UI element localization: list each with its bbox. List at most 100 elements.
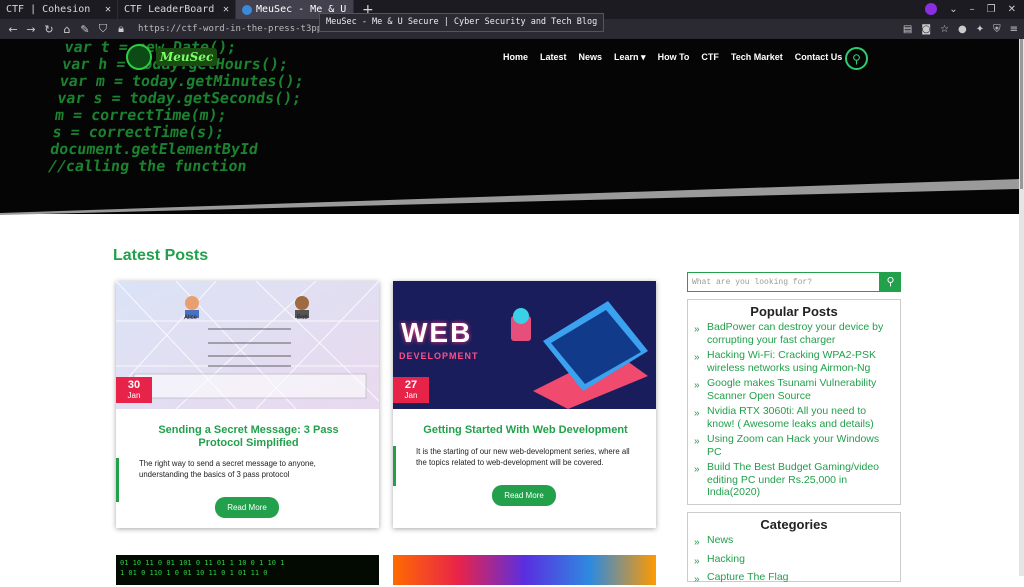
bob-label: Bob: [297, 315, 308, 321]
post-excerpt: The right way to send a secret message t…: [116, 458, 361, 502]
menu-item-news[interactable]: News: [579, 52, 603, 63]
tab-label: CTF | Cohesion: [6, 4, 91, 15]
category-item[interactable]: » Hacking: [688, 553, 900, 569]
menu-icon[interactable]: ≡: [1010, 24, 1018, 35]
popular-post-link[interactable]: BadPower can destroy your device by corr…: [707, 321, 894, 346]
menu-item-home[interactable]: Home: [503, 52, 528, 63]
restore-icon[interactable]: ❐: [987, 4, 996, 15]
tab-cohesion[interactable]: CTF | Cohesion ✕: [0, 0, 118, 19]
search-button-icon[interactable]: ⚲: [880, 272, 901, 292]
post-day: 27: [404, 379, 418, 391]
popular-post-link[interactable]: Google makes Tsunami Vulnerability Scann…: [707, 377, 894, 402]
popular-post-link[interactable]: Nvidia RTX 3060ti: All you need to know!…: [707, 405, 894, 430]
tab-tooltip: MeuSec - Me & U Secure | Cyber Security …: [319, 13, 605, 32]
post-day: 30: [127, 379, 141, 391]
minimize-icon[interactable]: –: [970, 4, 975, 15]
shield-ext-icon[interactable]: ⛨: [993, 24, 1001, 35]
list-tabs-icon[interactable]: ⌄: [949, 4, 957, 15]
close-icon[interactable]: ✕: [105, 4, 111, 15]
logo-text-image: MeuSec: [156, 48, 218, 66]
hero-slant: [0, 175, 1019, 215]
categories-widget: Categories » News » Hacking » Capture The F…: [687, 512, 901, 585]
hacker-logo-icon: [126, 44, 152, 70]
menu-item-how-to[interactable]: How To: [658, 52, 690, 63]
post-month: Jan: [127, 391, 141, 400]
lock-icon[interactable]: 🔒︎: [114, 22, 128, 36]
popular-post-link[interactable]: Hacking Wi-Fi: Cracking WPA2-PSK wireles…: [707, 349, 894, 374]
menu-item-ctf[interactable]: CTF: [701, 52, 719, 63]
reader-icon[interactable]: ▤: [903, 24, 912, 35]
double-chevron-icon: »: [694, 408, 700, 419]
tab-leaderboard[interactable]: CTF LeaderBoard ✕: [118, 0, 236, 19]
web-neon-text: WEB: [401, 317, 473, 348]
alice-label: Alice: [184, 315, 198, 321]
category-link[interactable]: Capture The Flag: [707, 571, 789, 587]
forward-icon[interactable]: →: [24, 23, 38, 36]
account-icon[interactable]: ●: [958, 24, 967, 35]
shield-icon[interactable]: ⛉: [96, 22, 110, 36]
categories-title: Categories: [760, 517, 828, 532]
bookmark-star-icon[interactable]: ☆: [940, 24, 949, 35]
read-more-button[interactable]: Read More: [215, 497, 279, 518]
double-chevron-icon: »: [694, 555, 700, 567]
post-card: WEB DEVELOPMENT 27 Jan Getting Started Wi…: [393, 281, 656, 528]
page-scrollbar[interactable]: [1019, 39, 1024, 576]
extensions-icon[interactable]: ✦: [976, 24, 984, 35]
post-thumbnail[interactable]: WEB DEVELOPMENT: [393, 281, 656, 409]
pocket-icon[interactable]: ◙: [921, 24, 931, 35]
double-chevron-icon: »: [694, 464, 700, 475]
double-chevron-icon: »: [694, 436, 700, 447]
window-controls: ⌄ – ❐ ✕: [925, 3, 1016, 15]
home-icon[interactable]: ⌂: [60, 23, 74, 36]
post-date-badge: 30 Jan: [116, 377, 152, 403]
popular-posts-widget: Popular Posts » BadPower can destroy your…: [687, 299, 901, 505]
post-card-partial[interactable]: 01 10 11 0 01 101 0 11 01 1 10 0 1 10 11…: [116, 555, 379, 585]
development-neon-text: DEVELOPMENT: [399, 351, 479, 361]
tab-label: CTF LeaderBoard: [124, 4, 215, 15]
category-item[interactable]: » News: [688, 534, 900, 550]
double-chevron-icon: »: [694, 574, 700, 585]
double-chevron-icon: »: [694, 380, 700, 391]
category-item[interactable]: » Capture The Flag: [688, 571, 900, 587]
svg-text:01 10 11 0 01 101 0 11 01 1 10: 01 10 11 0 01 101 0 11 01 1 10 0 1 10 1: [120, 559, 284, 567]
post-card-partial[interactable]: [393, 555, 656, 585]
back-icon[interactable]: ←: [6, 23, 20, 36]
post-excerpt: It is the starting of our new web-develo…: [393, 446, 638, 486]
popular-post-item[interactable]: » Nvidia RTX 3060ti: All you need to know…: [688, 405, 900, 430]
double-chevron-icon: »: [694, 352, 700, 363]
popular-post-link[interactable]: Build The Best Budget Gaming/video editi…: [707, 461, 894, 499]
menu-item-learn[interactable]: Learn ▾: [614, 52, 646, 63]
tools-icon[interactable]: ✎: [78, 23, 92, 36]
post-thumbnail[interactable]: Alice Bob: [116, 281, 379, 409]
extension-icon[interactable]: [925, 3, 938, 15]
wordpress-icon: [242, 4, 252, 15]
category-link[interactable]: News: [707, 534, 733, 550]
popular-post-item[interactable]: » Using Zoom can Hack your Windows PC: [688, 433, 900, 458]
double-chevron-icon: »: [694, 324, 700, 335]
popular-post-item[interactable]: » BadPower can destroy your device by cor…: [688, 321, 900, 346]
search-icon[interactable]: ⚲: [845, 47, 868, 70]
popular-post-item[interactable]: » Hacking Wi-Fi: Cracking WPA2-PSK wirele…: [688, 349, 900, 374]
main-menu: Home Latest News Learn ▾ How To CTF Tech…: [503, 52, 842, 63]
double-chevron-icon: »: [694, 537, 700, 548]
category-link[interactable]: Hacking: [707, 553, 745, 569]
post-title[interactable]: Sending a Secret Message: 3 Pass Protoco…: [141, 424, 356, 450]
menu-item-latest[interactable]: Latest: [540, 52, 567, 63]
popular-post-link[interactable]: Using Zoom can Hack your Windows PC: [707, 433, 894, 458]
popular-posts-title: Popular Posts: [750, 304, 838, 319]
menu-item-tech-market[interactable]: Tech Market: [731, 52, 783, 63]
close-window-icon[interactable]: ✕: [1008, 4, 1016, 15]
post-title[interactable]: Getting Started With Web Development: [418, 424, 633, 437]
reload-icon[interactable]: ↻: [42, 23, 56, 36]
post-date-badge: 27 Jan: [393, 377, 429, 403]
menu-item-contact-us[interactable]: Contact Us: [795, 52, 843, 63]
read-more-button[interactable]: Read More: [492, 485, 556, 506]
search-input[interactable]: What are you looking for?: [687, 272, 880, 292]
close-icon[interactable]: ✕: [223, 4, 229, 15]
scrollbar-thumb[interactable]: [1020, 39, 1023, 189]
popular-post-item[interactable]: » Google makes Tsunami Vulnerability Scan…: [688, 377, 900, 402]
section-title: Latest Posts: [113, 247, 209, 264]
post-month: Jan: [404, 391, 418, 400]
popular-post-item[interactable]: » Build The Best Budget Gaming/video edit…: [688, 461, 900, 499]
site-logo[interactable]: MeuSec: [126, 44, 218, 70]
